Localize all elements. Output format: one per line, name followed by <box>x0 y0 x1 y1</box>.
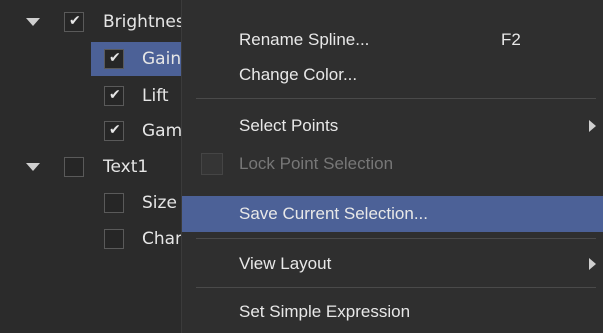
menu-item-rename-spline[interactable]: Rename Spline... F2 <box>182 22 603 58</box>
menu-item-label: Change Color... <box>239 65 358 84</box>
menu-item-label: Lock Point Selection <box>239 154 394 173</box>
lock-selection-checkbox <box>201 153 223 175</box>
menu-item-view-layout[interactable]: View Layout <box>182 246 603 282</box>
tree-item-label: Gain <box>142 49 182 69</box>
spline-editor-panel: Brightness Gain Lift Gamma Text1 Size <box>0 0 603 333</box>
menu-item-lock-point-selection: Lock Point Selection <box>182 146 603 182</box>
menu-item-label: Rename Spline... <box>239 30 370 49</box>
menu-item-label: Set Simple Expression <box>239 302 411 321</box>
tree-item-label: Text1 <box>103 157 149 177</box>
checkbox-gamma[interactable] <box>104 121 124 141</box>
checkbox-brightness[interactable] <box>64 12 84 32</box>
menu-separator <box>196 287 596 288</box>
menu-item-save-current-selection[interactable]: Save Current Selection... <box>182 196 603 232</box>
menu-item-label: Select Points <box>239 116 339 135</box>
menu-item-label: View Layout <box>239 254 332 273</box>
menu-separator <box>196 238 596 239</box>
submenu-arrow-icon <box>589 120 596 132</box>
tree-item-label: Brightness <box>103 12 194 32</box>
checkbox-size[interactable] <box>104 193 124 213</box>
menu-item-select-points[interactable]: Select Points <box>182 108 603 144</box>
checkbox-lift[interactable] <box>104 86 124 106</box>
expand-arrow-icon[interactable] <box>26 18 40 26</box>
submenu-arrow-icon <box>589 258 596 270</box>
tree-item-label: Lift <box>142 86 169 106</box>
menu-item-label: Save Current Selection... <box>239 204 428 223</box>
menu-item-change-color[interactable]: Change Color... <box>182 57 603 93</box>
tree-item-label: Size <box>142 193 177 213</box>
menu-separator <box>196 98 596 99</box>
checkbox-gain[interactable] <box>104 49 124 69</box>
menu-item-set-simple-expression[interactable]: Set Simple Expression <box>182 294 603 330</box>
menu-shortcut: F2 <box>501 30 521 49</box>
expand-arrow-icon[interactable] <box>26 163 40 171</box>
context-menu: Rename Spline... F2 Change Color... Sele… <box>181 0 603 333</box>
checkbox-text1[interactable] <box>64 157 84 177</box>
checkbox-character[interactable] <box>104 229 124 249</box>
